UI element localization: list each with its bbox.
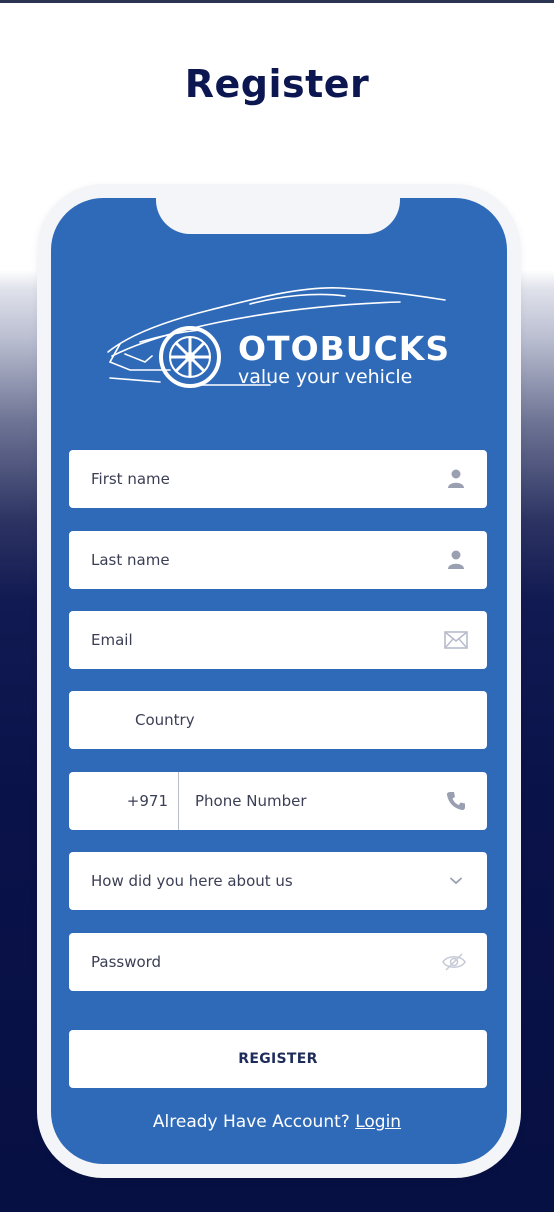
- register-button[interactable]: REGISTER: [69, 1030, 487, 1088]
- email-placeholder: Email: [91, 631, 133, 649]
- wheel-icon: [159, 326, 221, 388]
- login-link[interactable]: Login: [355, 1112, 401, 1132]
- brand-tagline: value your vehicle: [238, 366, 412, 388]
- phone-icon: [445, 790, 467, 812]
- top-border: [0, 0, 554, 3]
- last-name-placeholder: Last name: [91, 551, 170, 569]
- phone-notch: [156, 198, 400, 234]
- page-title: Register: [184, 62, 370, 106]
- phone-field[interactable]: +971 Phone Number: [69, 772, 487, 830]
- phone-placeholder: Phone Number: [195, 792, 307, 810]
- chevron-down-icon: [445, 870, 467, 892]
- email-field[interactable]: Email: [69, 611, 487, 669]
- country-placeholder: Country: [135, 711, 195, 729]
- envelope-icon: [443, 629, 469, 651]
- login-prompt-text: Already Have Account?: [152, 1112, 350, 1132]
- user-icon: [445, 549, 467, 571]
- referral-placeholder: How did you here about us: [91, 872, 293, 890]
- eye-slash-icon[interactable]: [441, 951, 467, 973]
- phone-country-code[interactable]: +971: [69, 772, 179, 830]
- brand-name: OTOBUCKS: [238, 329, 450, 368]
- first-name-field[interactable]: First name: [69, 450, 487, 508]
- login-prompt: Already Have Account? Login: [0, 1112, 554, 1132]
- password-field[interactable]: Password: [69, 933, 487, 991]
- country-field[interactable]: Country: [69, 691, 487, 749]
- user-icon: [445, 468, 467, 490]
- first-name-placeholder: First name: [91, 470, 170, 488]
- otobucks-logo: OTOBUCKS value your vehicle: [100, 282, 450, 397]
- referral-select[interactable]: How did you here about us: [69, 852, 487, 910]
- last-name-field[interactable]: Last name: [69, 531, 487, 589]
- password-placeholder: Password: [91, 953, 162, 971]
